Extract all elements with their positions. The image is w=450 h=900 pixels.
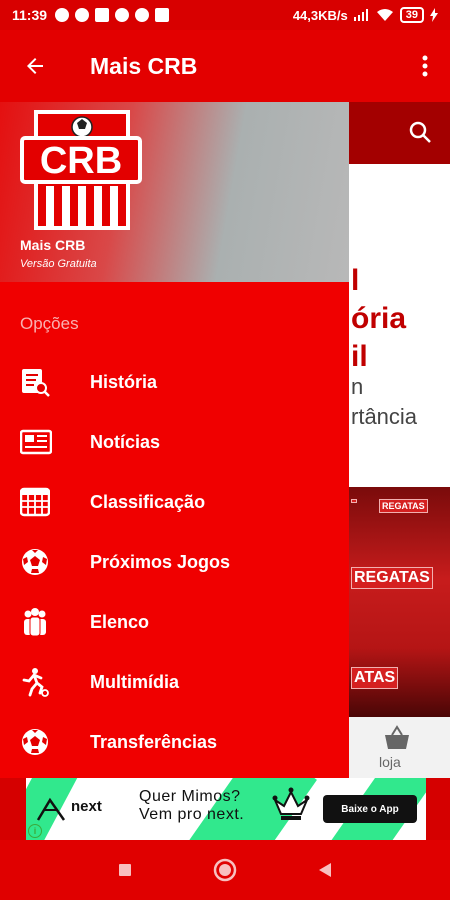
menu-item-label: Notícias xyxy=(90,431,161,452)
svg-text:CRB: CRB xyxy=(40,140,122,182)
menu-item-proximos-jogos[interactable]: Próximos Jogos xyxy=(0,532,349,592)
ad-info-icon[interactable]: i xyxy=(28,824,42,838)
triangle-back-icon xyxy=(319,863,331,877)
menu-item-label: Próximos Jogos xyxy=(90,551,231,572)
crown-icon xyxy=(272,787,310,820)
menu-item-label: Classificação xyxy=(90,491,206,512)
player-icon xyxy=(0,652,90,712)
menu-item-multimidia[interactable]: Multimídia xyxy=(0,652,349,712)
drawer-menu: História Notícias Classificação Próximos… xyxy=(0,352,349,772)
team-icon xyxy=(0,592,90,652)
network-speed: 44,3KB/s xyxy=(292,7,348,23)
shopping-basket-icon[interactable] xyxy=(383,725,411,751)
status-time: 11:39 xyxy=(12,7,48,23)
search-button[interactable] xyxy=(408,120,432,149)
background-content: l ória il n rtância REGATAS REGATAS ATAS… xyxy=(349,102,450,778)
search-icon xyxy=(409,121,431,143)
ad-brand: next xyxy=(71,798,102,815)
status-right: 44,3KB/s 39 xyxy=(293,7,438,23)
sponsor-tile xyxy=(351,499,357,503)
menu-item-noticias[interactable]: Notícias xyxy=(0,412,349,472)
background-photo: REGATAS REGATAS ATAS xyxy=(349,487,450,717)
page-title: Mais CRB xyxy=(90,52,198,79)
ad-text: Quer Mimos? Vem pro next. xyxy=(139,788,245,823)
soccer-ball-icon xyxy=(0,532,90,592)
menu-item-transferencias[interactable]: Transferências xyxy=(0,712,349,772)
soccer-ball-icon xyxy=(0,712,90,772)
tab-loja[interactable]: loja xyxy=(379,754,401,770)
navigation-drawer: CRB Mais CRB Versão Gratuita Opções Hist… xyxy=(0,102,349,778)
status-bar: 11:39 44,3KB/s 39 xyxy=(0,0,450,30)
notification-icon xyxy=(55,8,70,22)
notification-icon xyxy=(95,8,110,22)
next-logo-icon xyxy=(36,797,66,821)
menu-item-historia[interactable]: História xyxy=(0,352,349,412)
menu-item-label: Elenco xyxy=(90,611,150,632)
crb-logo: CRB xyxy=(20,110,142,230)
section-label: Opções xyxy=(20,314,79,333)
charging-icon xyxy=(430,8,438,22)
bottom-tab-bar: loja xyxy=(349,717,450,778)
menu-item-classificacao[interactable]: Classificação xyxy=(0,472,349,532)
background-heading: l ória il xyxy=(351,264,407,373)
recents-button[interactable] xyxy=(110,855,140,885)
whatsapp-icon xyxy=(75,8,90,22)
back-button[interactable] xyxy=(0,30,70,102)
menu-item-label: História xyxy=(90,371,158,392)
sponsor-tile: REGATAS xyxy=(379,499,428,513)
wifi-icon xyxy=(376,9,393,21)
system-back-button[interactable] xyxy=(310,855,340,885)
system-nav-bar xyxy=(0,840,450,900)
notification-icon xyxy=(155,8,170,22)
history-icon xyxy=(0,352,90,412)
sponsor-tile: REGATAS xyxy=(351,567,433,589)
battery-indicator: 39 xyxy=(399,7,424,23)
square-icon xyxy=(119,864,131,876)
more-options-button[interactable] xyxy=(400,30,450,102)
drawer-app-name: Mais CRB xyxy=(20,237,86,253)
ad-cta-button[interactable]: Baixe o App xyxy=(323,795,417,823)
notification-icons xyxy=(55,8,170,22)
signal-icon xyxy=(353,9,368,21)
notification-icon xyxy=(135,8,150,22)
background-toolbar xyxy=(349,102,450,164)
app-bar: Mais CRB xyxy=(0,30,450,102)
menu-item-label: Transferências xyxy=(90,731,218,752)
drawer-header: CRB Mais CRB Versão Gratuita xyxy=(0,102,349,282)
more-vertical-icon xyxy=(422,55,428,77)
background-body-text: n rtância xyxy=(351,374,418,429)
ad-banner[interactable]: next Quer Mimos? Vem pro next. Baixe o A… xyxy=(26,778,426,840)
notification-icon xyxy=(115,8,130,22)
menu-item-elenco[interactable]: Elenco xyxy=(0,592,349,652)
home-button[interactable] xyxy=(210,855,240,885)
sponsor-tile: ATAS xyxy=(351,667,399,689)
table-icon xyxy=(0,472,90,532)
news-icon xyxy=(0,412,90,472)
arrow-left-icon xyxy=(27,58,43,74)
menu-item-label: Multimídia xyxy=(90,671,179,692)
drawer-app-version: Versão Gratuita xyxy=(20,258,97,270)
circle-icon xyxy=(213,858,237,882)
